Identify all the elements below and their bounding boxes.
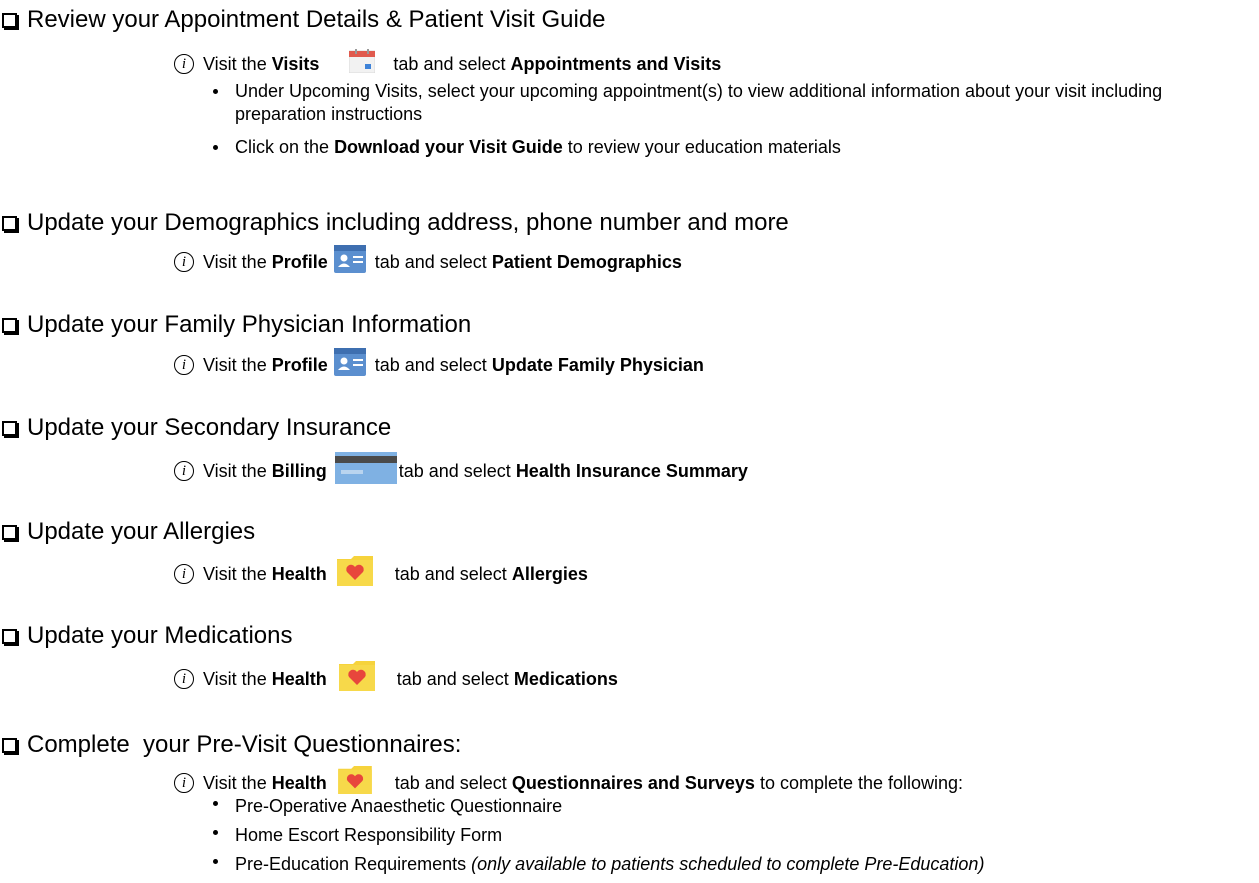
info-icon: i bbox=[174, 563, 194, 584]
info-icon: i bbox=[174, 668, 194, 689]
calendar-icon bbox=[348, 49, 376, 78]
task-update-medications: Update your Medications bbox=[0, 622, 292, 650]
heart-folder-icon bbox=[336, 556, 373, 591]
heading-text: Review your Appointment Details & Patien… bbox=[27, 6, 606, 33]
checkbox-icon[interactable] bbox=[2, 628, 17, 644]
heading-text: Update your Medications bbox=[27, 622, 293, 649]
bullet-list: Under Upcoming Visits, select your upcom… bbox=[207, 80, 1247, 159]
checkbox-icon[interactable] bbox=[2, 12, 17, 28]
task-update-insurance: Update your Secondary Insurance bbox=[0, 414, 391, 442]
list-item: Pre-Operative Anaesthetic Questionnaire bbox=[207, 792, 1257, 821]
task-instruction: i Visit the Billing tab and select Healt… bbox=[174, 452, 748, 489]
task-instruction: i Visit the Profile tab and select Updat… bbox=[174, 348, 704, 381]
task-heading: Review your Appointment Details & Patien… bbox=[0, 6, 606, 34]
heading-text: Update your Family Physician Information bbox=[27, 311, 472, 338]
info-icon: i bbox=[174, 460, 194, 481]
heading-text: Update your Secondary Insurance bbox=[27, 414, 392, 441]
heading-text: Update your Demographics including addre… bbox=[27, 209, 789, 236]
task-instruction: i Visit the Health tab and select Medica… bbox=[174, 661, 618, 696]
heart-folder-icon bbox=[338, 661, 375, 696]
list-item: Pre-Education Requirements (only availab… bbox=[207, 850, 1257, 879]
profile-card-icon bbox=[333, 348, 366, 381]
task-heading: Update your Family Physician Information bbox=[0, 311, 471, 339]
task-instruction: i Visit the Visits tab and select Appoin… bbox=[174, 49, 721, 78]
list-item: Home Escort Responsibility Form bbox=[207, 821, 1257, 850]
checkbox-icon[interactable] bbox=[2, 737, 17, 753]
task-heading: Update your Medications bbox=[0, 622, 292, 650]
info-icon: i bbox=[174, 251, 194, 272]
bullet-list: Pre-Operative Anaesthetic Questionnaire … bbox=[207, 792, 1257, 879]
task-heading: Update your Allergies bbox=[0, 518, 255, 546]
info-icon: i bbox=[174, 772, 194, 793]
task-heading: Update your Demographics including addre… bbox=[0, 209, 789, 237]
heading-text: Update your Allergies bbox=[27, 518, 256, 545]
task-complete-questionnaires: Complete your Pre-Visit Questionnaires: bbox=[0, 731, 461, 759]
info-icon: i bbox=[174, 354, 194, 375]
task-heading: Complete your Pre-Visit Questionnaires: bbox=[0, 731, 461, 759]
task-heading: Update your Secondary Insurance bbox=[0, 414, 391, 442]
checkbox-icon[interactable] bbox=[2, 420, 17, 436]
credit-card-icon bbox=[334, 452, 397, 489]
list-item: Click on the Download your Visit Guide t… bbox=[207, 136, 1247, 159]
profile-card-icon bbox=[333, 245, 366, 278]
heading-text: Complete your Pre-Visit Questionnaires: bbox=[27, 731, 462, 758]
list-item: Under Upcoming Visits, select your upcom… bbox=[207, 80, 1247, 126]
task-update-physician: Update your Family Physician Information bbox=[0, 311, 471, 339]
checkbox-icon[interactable] bbox=[2, 524, 17, 540]
task-instruction: i Visit the Health tab and select Allerg… bbox=[174, 556, 588, 591]
task-review-appointment: Review your Appointment Details & Patien… bbox=[0, 6, 606, 34]
checkbox-icon[interactable] bbox=[2, 215, 17, 231]
task-update-allergies: Update your Allergies bbox=[0, 518, 255, 546]
info-icon: i bbox=[174, 53, 194, 74]
checkbox-icon[interactable] bbox=[2, 317, 17, 333]
task-update-demographics: Update your Demographics including addre… bbox=[0, 209, 789, 237]
task-instruction: i Visit the Profile tab and select Patie… bbox=[174, 245, 682, 278]
